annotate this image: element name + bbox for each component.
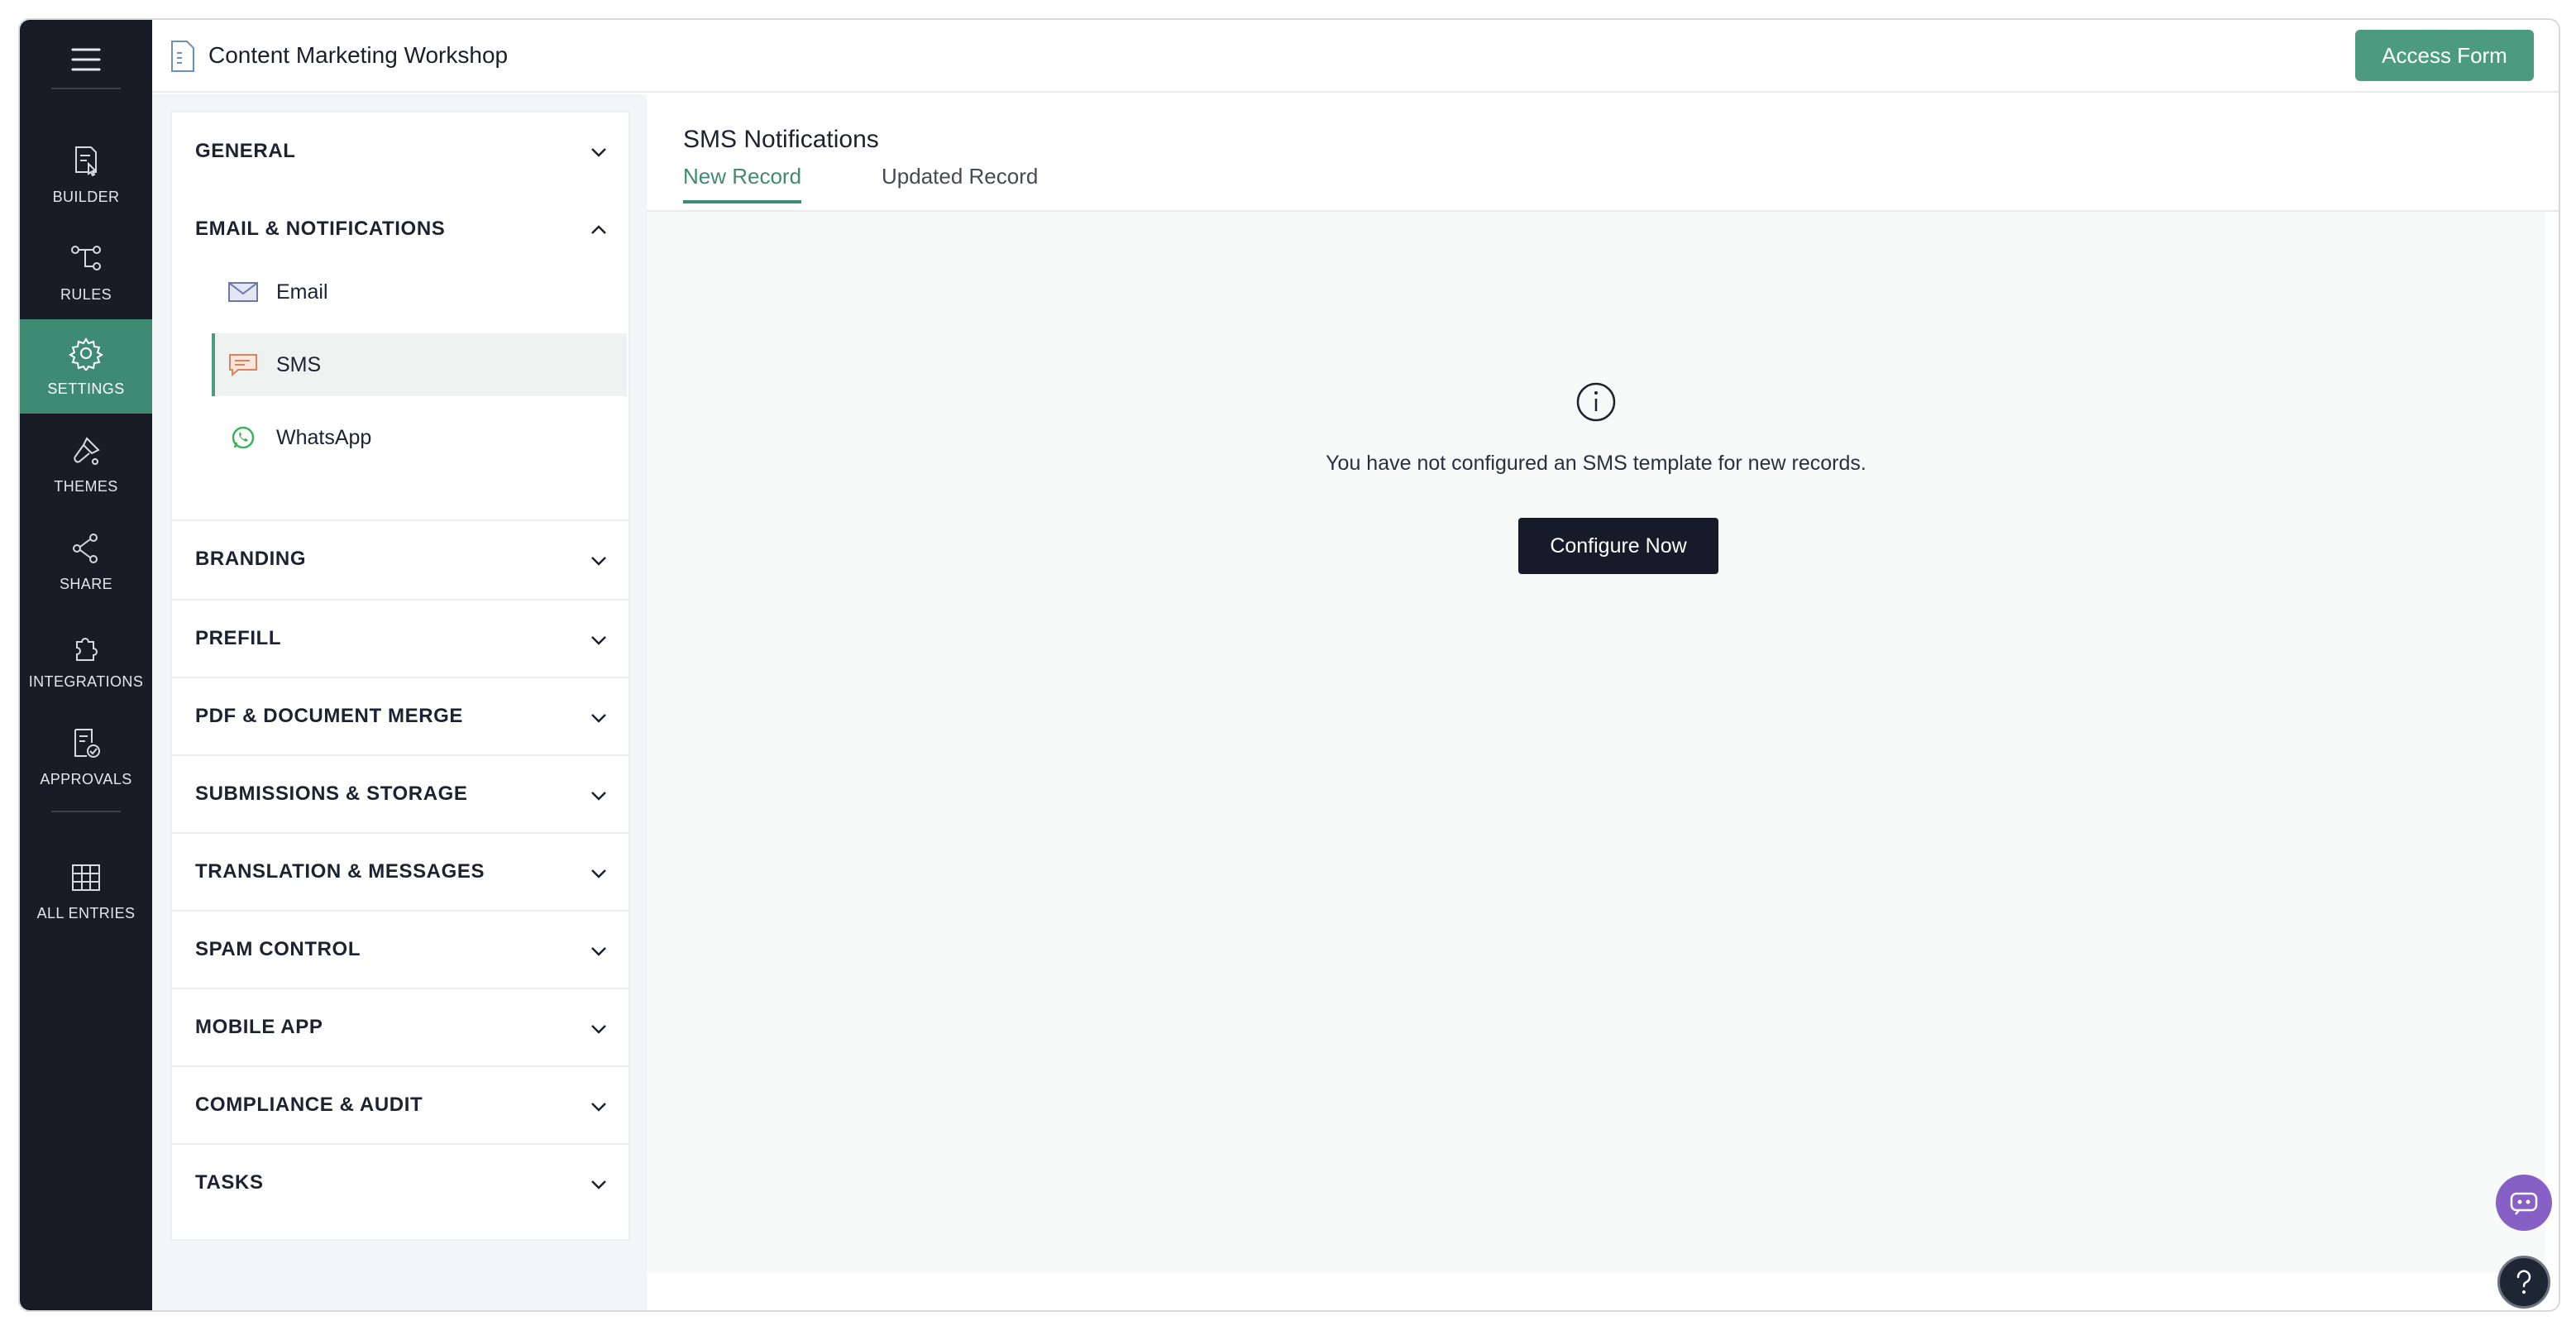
rail-item-builder[interactable]: BUILDER — [20, 127, 152, 222]
approvals-icon — [74, 728, 100, 758]
section-label: SUBMISSIONS & STORAGE — [195, 783, 468, 805]
envelope-icon — [228, 282, 258, 302]
settings-section-email-notifications[interactable]: EMAIL & NOTIFICATIONS — [172, 190, 628, 268]
share-icon — [73, 533, 98, 563]
section-label: PDF & DOCUMENT MERGE — [195, 705, 463, 727]
rail-item-approvals[interactable]: APPROVALS — [20, 710, 152, 804]
chevron-down-icon — [591, 792, 606, 801]
notification-item-label: Email — [276, 280, 328, 304]
page-title: SMS Notifications — [683, 126, 879, 153]
rail-item-label: SHARE — [59, 575, 112, 592]
chevron-down-icon — [591, 636, 606, 645]
settings-section-branding[interactable]: BRANDING — [172, 519, 628, 597]
chevron-down-icon — [591, 557, 606, 566]
chevron-up-icon — [591, 225, 606, 234]
info-icon — [1576, 382, 1616, 422]
section-label: TRANSLATION & MESSAGES — [195, 860, 485, 883]
section-label: SPAM CONTROL — [195, 938, 361, 960]
chevron-down-icon — [591, 1103, 606, 1112]
settings-section-mobile-app[interactable]: MOBILE APP — [172, 988, 628, 1065]
main-content: You have not configured an SMS template … — [647, 212, 2545, 1272]
section-label: TASKS — [195, 1171, 264, 1194]
main-header: SMS Notifications New Record Updated Rec… — [647, 94, 2559, 212]
chevron-down-icon — [591, 1180, 606, 1189]
builder-icon — [75, 146, 97, 176]
settings-section-translation-messages[interactable]: TRANSLATION & MESSAGES — [172, 832, 628, 910]
rail-item-label: THEMES — [54, 477, 118, 495]
rail-item-themes[interactable]: THEMES — [20, 417, 152, 511]
settings-section-compliance-audit[interactable]: COMPLIANCE & AUDIT — [172, 1065, 628, 1143]
chevron-down-icon — [591, 714, 606, 723]
gear-icon — [69, 337, 103, 371]
tab-updated-record[interactable]: Updated Record — [882, 164, 1038, 203]
tab-new-record[interactable]: New Record — [683, 164, 802, 203]
help-button[interactable] — [2497, 1256, 2550, 1309]
rules-icon — [71, 245, 101, 270]
settings-section-spam-control[interactable]: SPAM CONTROL — [172, 910, 628, 988]
chat-bubble-icon — [229, 354, 257, 377]
chat-bot-button[interactable] — [2496, 1175, 2552, 1231]
settings-section-pdf-document-merge[interactable]: PDF & DOCUMENT MERGE — [172, 677, 628, 754]
bot-icon — [2510, 1192, 2538, 1215]
settings-section-tasks[interactable]: TASKS — [172, 1143, 628, 1221]
whatsapp-icon — [232, 426, 255, 449]
app-window: BUILDER RULES SETTINGS THEMES SHARE INTE… — [18, 18, 2560, 1312]
chevron-down-icon — [591, 947, 606, 956]
notification-item-sms[interactable]: SMS — [212, 333, 627, 396]
rail-item-label: RULES — [60, 285, 112, 303]
main-footer-area — [647, 1272, 2559, 1310]
notification-item-whatsapp[interactable]: WhatsApp — [212, 406, 627, 469]
section-label: GENERAL — [195, 140, 296, 162]
document-icon — [171, 41, 194, 72]
chevron-down-icon — [591, 1025, 606, 1034]
question-mark-icon — [2516, 1270, 2531, 1294]
left-rail: BUILDER RULES SETTINGS THEMES SHARE INTE… — [20, 20, 152, 1310]
top-bar: Content Marketing Workshop Access Form — [152, 20, 2559, 93]
access-form-button[interactable]: Access Form — [2355, 30, 2534, 81]
settings-section-general[interactable]: GENERAL — [172, 112, 628, 190]
section-label: EMAIL & NOTIFICATIONS — [195, 218, 446, 240]
rail-divider — [51, 88, 121, 89]
rail-divider — [51, 811, 121, 812]
rail-item-label: APPROVALS — [40, 770, 132, 787]
rail-item-label: SETTINGS — [47, 380, 125, 397]
section-label: COMPLIANCE & AUDIT — [195, 1094, 423, 1116]
puzzle-icon — [76, 637, 98, 661]
rail-item-settings[interactable]: SETTINGS — [20, 319, 152, 414]
configure-now-button[interactable]: Configure Now — [1518, 518, 1718, 574]
rail-item-label: BUILDER — [52, 188, 120, 205]
rail-item-integrations[interactable]: INTEGRATIONS — [20, 612, 152, 706]
form-title: Content Marketing Workshop — [208, 42, 509, 68]
chevron-down-icon — [591, 148, 606, 157]
empty-state-message: You have not configured an SMS template … — [1326, 452, 1866, 475]
rail-item-share[interactable]: SHARE — [20, 515, 152, 609]
grid-icon — [72, 864, 100, 891]
section-label: BRANDING — [195, 548, 307, 570]
rail-item-all-entries[interactable]: ALL ENTRIES — [20, 844, 152, 938]
notification-item-label: SMS — [276, 352, 322, 376]
rail-item-label: INTEGRATIONS — [28, 672, 144, 690]
section-label: MOBILE APP — [195, 1016, 323, 1038]
rail-item-rules[interactable]: RULES — [20, 225, 152, 319]
settings-section-submissions-storage[interactable]: SUBMISSIONS & STORAGE — [172, 754, 628, 832]
notification-item-label: WhatsApp — [276, 425, 372, 449]
notification-item-email[interactable]: Email — [212, 261, 627, 323]
rail-item-label: ALL ENTRIES — [36, 904, 136, 921]
settings-section-prefill[interactable]: PREFILL — [172, 599, 628, 677]
chevron-down-icon — [591, 869, 606, 878]
section-label: PREFILL — [195, 627, 282, 649]
brush-icon — [74, 436, 100, 465]
hamburger-menu-icon[interactable] — [68, 41, 104, 78]
